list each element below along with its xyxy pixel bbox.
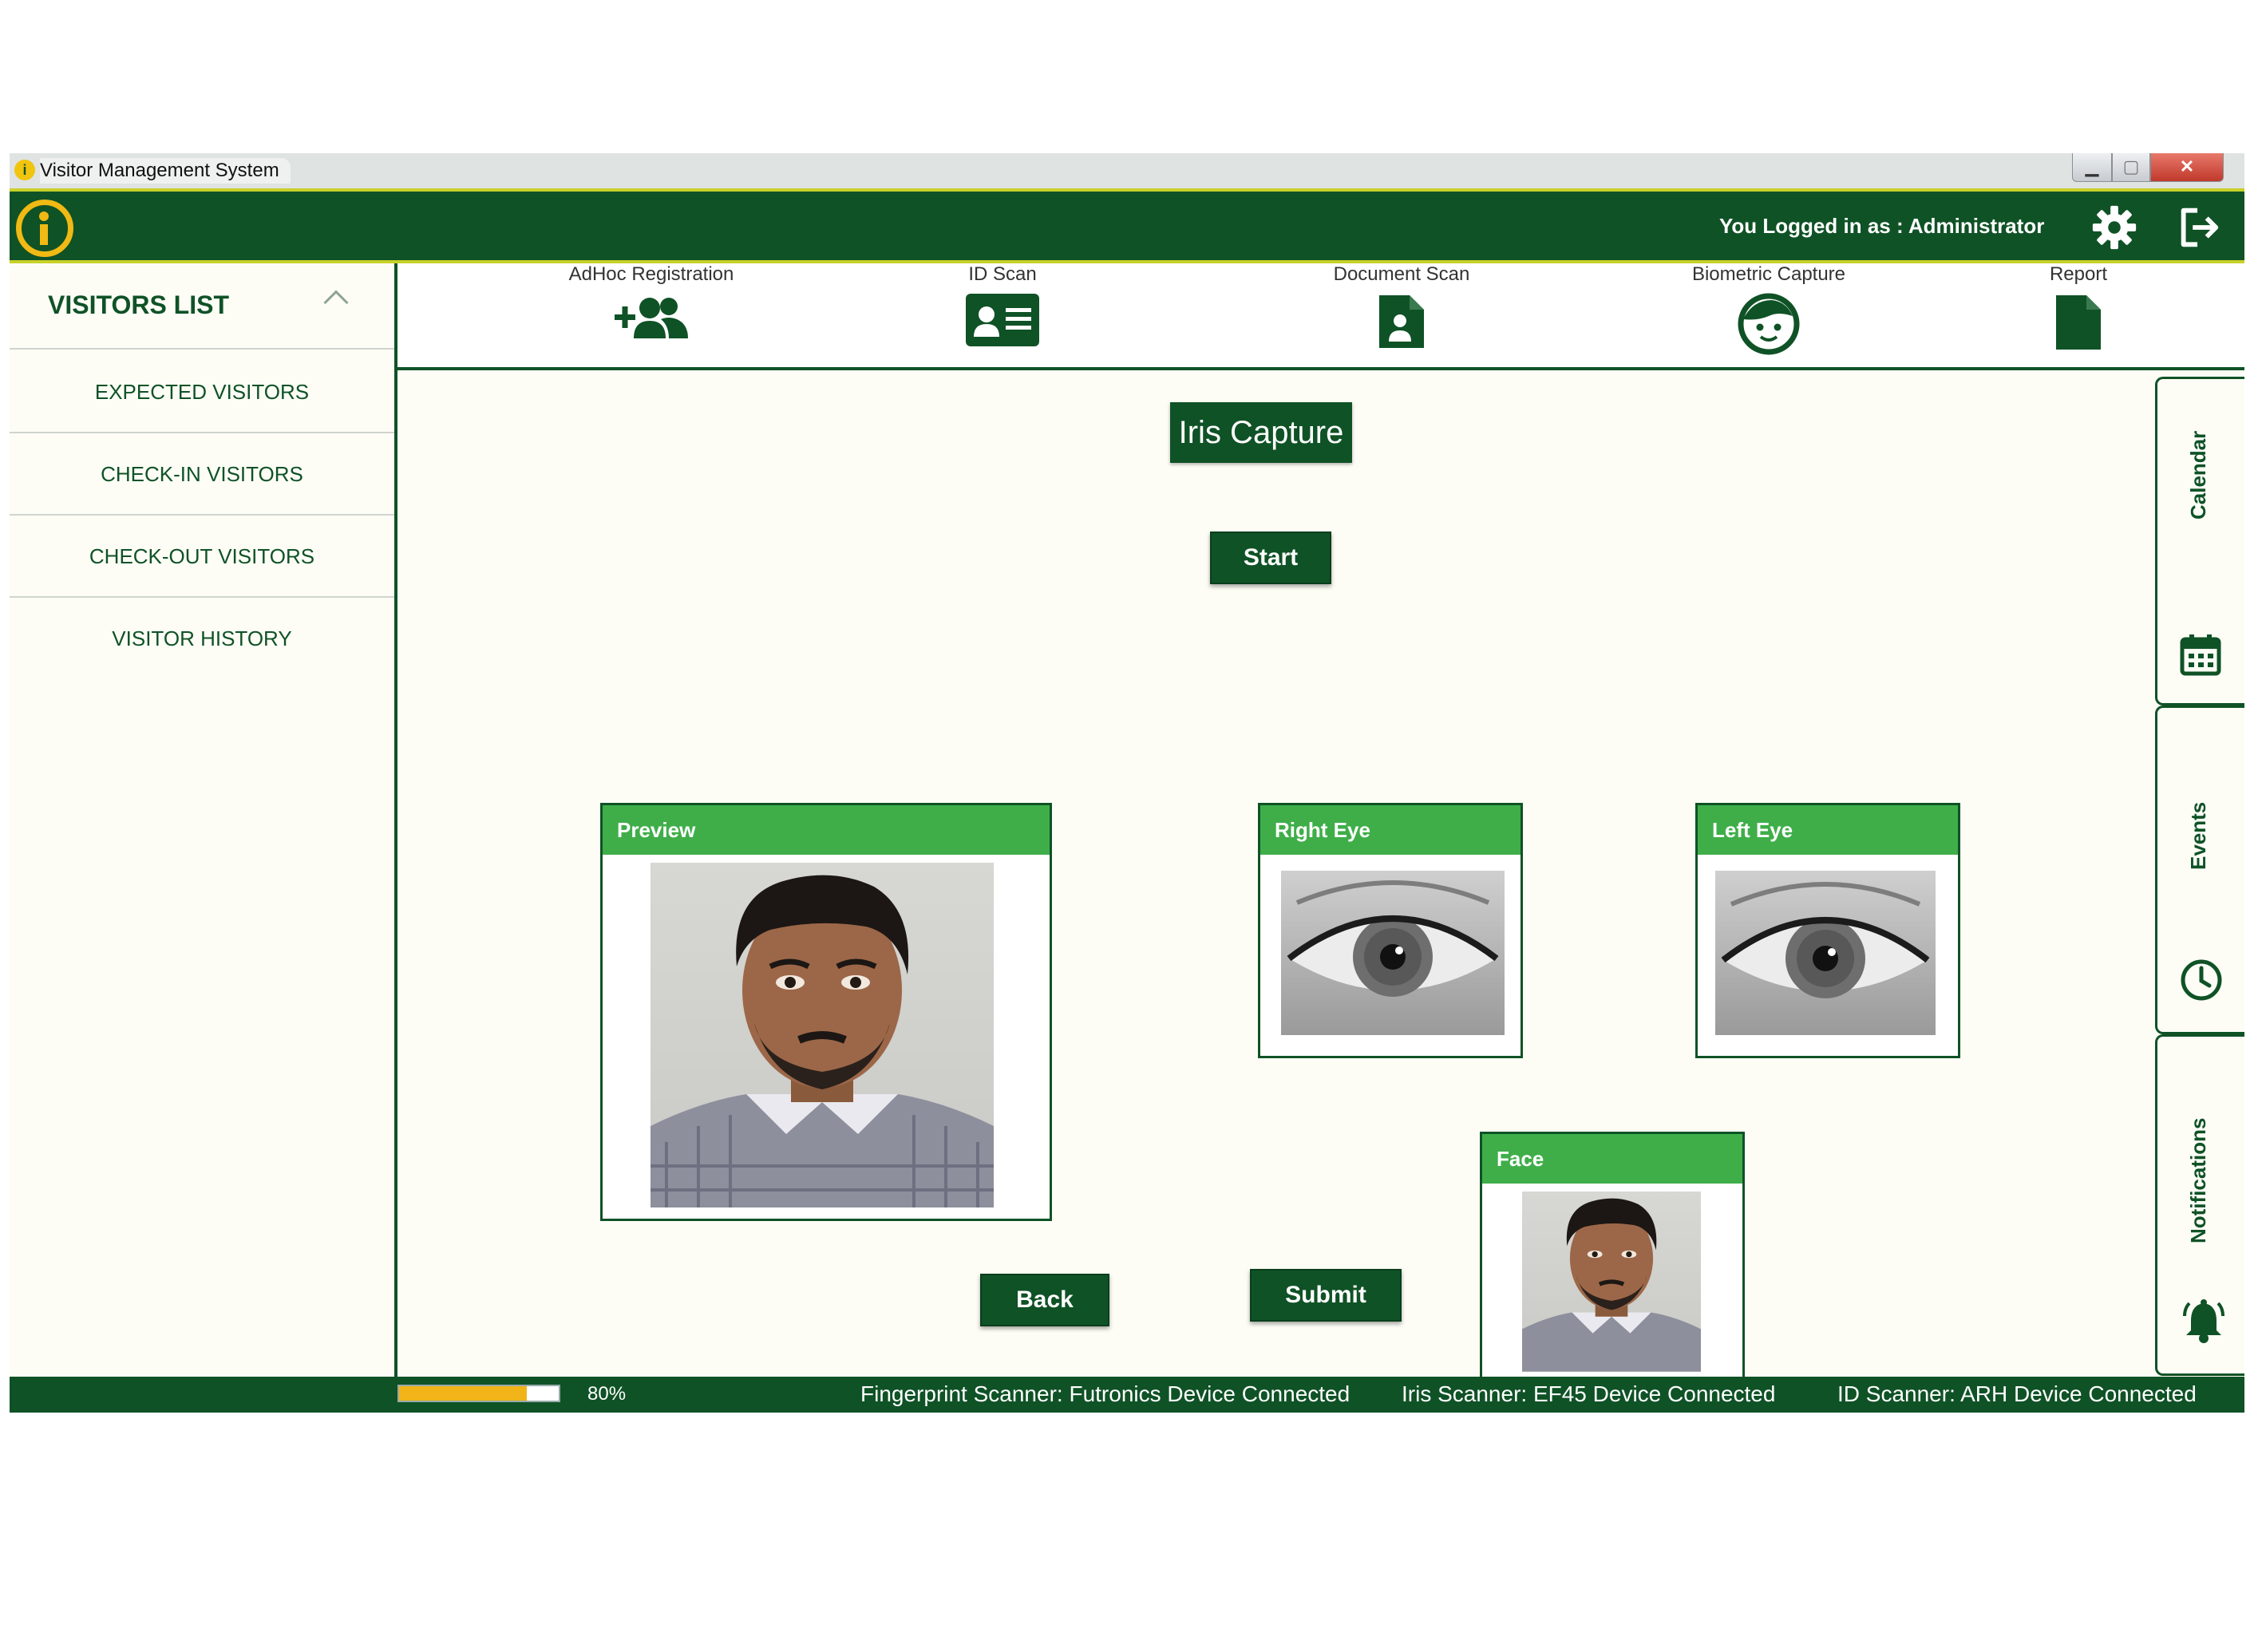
window-title: Visitor Management System xyxy=(40,158,291,184)
toolbar-document-scan[interactable]: Document Scan xyxy=(1322,263,1481,351)
sidebar-item-expected-visitors[interactable]: EXPECTED VISITORS xyxy=(10,351,394,433)
toolbar-item-label: Document Scan xyxy=(1333,263,1470,285)
toolbar: AdHoc Registration ID Scan Document Scan xyxy=(397,263,2244,370)
face-panel-header: Face xyxy=(1482,1134,1742,1184)
app-icon: i xyxy=(14,160,35,180)
right-side-panel: Calendar Events Notifications xyxy=(2153,377,2244,1377)
calendar-icon xyxy=(2180,634,2221,676)
toolbar-biometric-capture[interactable]: Biometric Capture xyxy=(1681,263,1857,356)
left-eye-panel-header: Left Eye xyxy=(1698,805,1958,855)
page-title: Iris Capture xyxy=(1170,402,1352,463)
face-photo xyxy=(1522,1192,1701,1372)
minimize-button[interactable]: ▁ xyxy=(2072,153,2112,182)
preview-photo xyxy=(651,863,994,1207)
calendar-tab-label: Calendar xyxy=(2186,430,2210,520)
sidebar-item-visitor-history[interactable]: VISITOR HISTORY xyxy=(10,598,394,680)
toolbar-item-label: Biometric Capture xyxy=(1691,263,1846,285)
iris-capture-area: Iris Capture Start Preview Right Eye Lef… xyxy=(401,370,2153,1387)
left-eye-image xyxy=(1715,871,1936,1035)
toolbar-adhoc-registration[interactable]: AdHoc Registration xyxy=(556,263,747,343)
logo xyxy=(16,200,73,257)
maximize-button[interactable]: ▢ xyxy=(2112,153,2150,182)
clock-icon xyxy=(2181,959,2222,1001)
iris-scanner-status: Iris Scanner: EF45 Device Connected xyxy=(1402,1381,1776,1406)
title-bar: i Visitor Management System ▁ ▢ ✕ xyxy=(10,153,2244,188)
right-eye-image xyxy=(1281,871,1505,1035)
id-card-icon xyxy=(966,294,1039,346)
events-tab-label: Events xyxy=(2186,801,2210,870)
document-user-icon xyxy=(1379,295,1424,348)
submit-button[interactable]: Submit xyxy=(1250,1269,1402,1322)
report-icon xyxy=(2056,295,2101,350)
app-header: You Logged in as : Administrator xyxy=(10,188,2244,263)
logout-icon[interactable] xyxy=(2174,203,2224,252)
right-eye-panel-header: Right Eye xyxy=(1260,805,1521,855)
right-eye-panel: Right Eye xyxy=(1258,803,1523,1058)
sidebar: VISITORS LIST EXPECTED VISITORS CHECK-IN… xyxy=(10,263,397,1377)
bell-icon xyxy=(2183,1299,2224,1343)
face-icon xyxy=(1738,293,1800,355)
tab-notifications[interactable]: Notifications xyxy=(2155,1034,2244,1376)
visitors-list-title: VISITORS LIST xyxy=(48,290,229,319)
close-button[interactable]: ✕ xyxy=(2150,153,2224,182)
progress-bar-fill xyxy=(399,1386,527,1401)
toolbar-id-scan[interactable]: ID Scan xyxy=(955,263,1050,348)
add-user-icon xyxy=(615,298,688,338)
toolbar-item-label: ID Scan xyxy=(968,263,1037,285)
toolbar-item-label: Report xyxy=(2049,263,2108,285)
back-button[interactable]: Back xyxy=(980,1274,1109,1326)
toolbar-report[interactable]: Report xyxy=(2031,263,2126,353)
app-window: i Visitor Management System ▁ ▢ ✕ You Lo… xyxy=(10,153,2244,1413)
tab-calendar[interactable]: Calendar xyxy=(2155,377,2244,705)
tab-events[interactable]: Events xyxy=(2155,705,2244,1034)
sidebar-item-check-in-visitors[interactable]: CHECK-IN VISITORS xyxy=(10,433,394,516)
id-scanner-status: ID Scanner: ARH Device Connected xyxy=(1837,1381,2197,1406)
left-eye-panel: Left Eye xyxy=(1695,803,1960,1058)
chevron-up-icon[interactable] xyxy=(323,290,349,315)
visitors-list-header[interactable]: VISITORS LIST xyxy=(10,263,394,350)
logged-in-label: You Logged in as : Administrator xyxy=(1719,214,2045,238)
toolbar-item-label: AdHoc Registration xyxy=(568,263,734,285)
face-panel: Face xyxy=(1480,1132,1745,1387)
progress-bar xyxy=(397,1385,560,1402)
notifications-tab-label: Notifications xyxy=(2186,1117,2210,1243)
start-button[interactable]: Start xyxy=(1210,532,1331,584)
sidebar-item-check-out-visitors[interactable]: CHECK-OUT VISITORS xyxy=(10,516,394,598)
progress-percent: 80% xyxy=(587,1383,627,1405)
fingerprint-scanner-status: Fingerprint Scanner: Futronics Device Co… xyxy=(860,1381,1350,1406)
gear-icon[interactable] xyxy=(2090,203,2139,252)
status-bar: 80% Fingerprint Scanner: Futronics Devic… xyxy=(10,1377,2244,1413)
preview-panel-header: Preview xyxy=(603,805,1050,855)
preview-panel: Preview xyxy=(600,803,1052,1221)
